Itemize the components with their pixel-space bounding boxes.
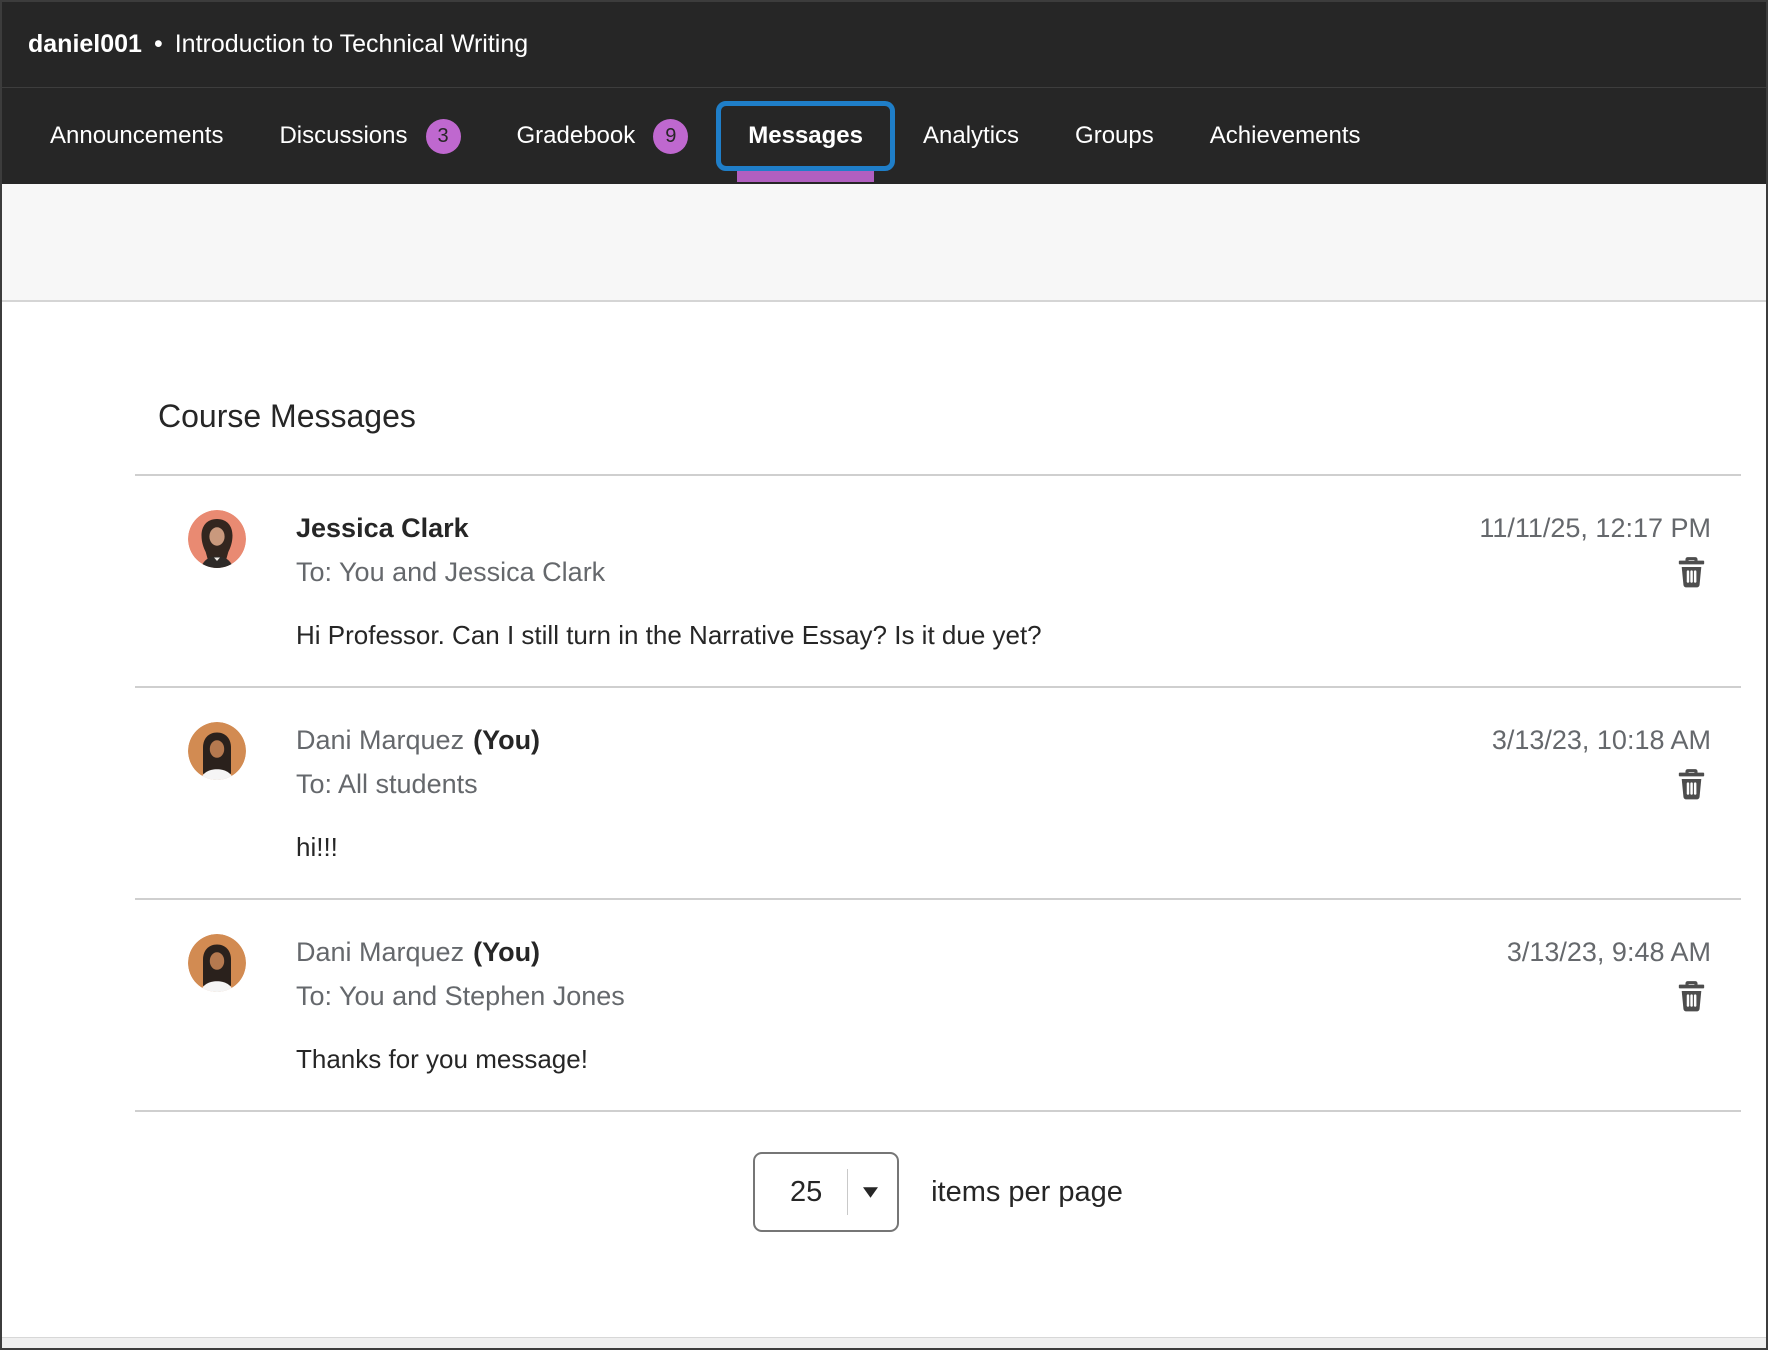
message-timestamp: 3/13/23, 9:48 AM <box>1507 930 1711 974</box>
discussions-count-badge: 3 <box>426 119 461 154</box>
page-title: Course Messages <box>158 394 1741 438</box>
delete-message-button[interactable] <box>1674 766 1709 802</box>
sender-suffix: (You) <box>473 725 540 755</box>
items-per-page-select[interactable]: 25 <box>753 1152 899 1232</box>
select-divider <box>847 1169 848 1215</box>
gradebook-count-badge: 9 <box>653 119 688 154</box>
message-row[interactable]: Dani Marquez (You) To: You and Stephen Jo… <box>135 900 1741 1112</box>
message-preview: hi!!! <box>296 826 1492 868</box>
tab-label: Gradebook <box>517 122 636 150</box>
sender-name: Dani Marquez <box>296 937 464 967</box>
toolbar-band <box>2 184 1766 302</box>
sender-line: Dani Marquez (You) <box>296 718 1492 762</box>
recipients: To: All students <box>296 762 1492 806</box>
sender-line: Dani Marquez (You) <box>296 930 1507 974</box>
trash-icon <box>1674 978 1709 1014</box>
items-per-page-label: items per page <box>931 1176 1123 1209</box>
message-meta: 11/11/25, 12:17 PM <box>1479 506 1711 590</box>
message-list: Jessica Clark To: You and Jessica Clark … <box>135 474 1741 1112</box>
items-per-page-value: 25 <box>773 1176 839 1209</box>
sender-line: Jessica Clark <box>296 506 1479 550</box>
avatar-photo <box>188 722 246 780</box>
message-row[interactable]: Dani Marquez (You) To: All students hi!!!… <box>135 688 1741 900</box>
tab-achievements[interactable]: Achievements <box>1182 88 1389 184</box>
message-body: Jessica Clark To: You and Jessica Clark … <box>296 506 1479 656</box>
avatar-photo <box>188 510 246 568</box>
sender-name: Jessica Clark <box>296 513 469 543</box>
message-timestamp: 3/13/23, 10:18 AM <box>1492 718 1711 762</box>
trash-icon <box>1674 554 1709 590</box>
sender-suffix: (You) <box>473 937 540 967</box>
tab-label: Groups <box>1075 122 1154 150</box>
message-body: Dani Marquez (You) To: All students hi!!! <box>296 718 1492 868</box>
course-window: daniel001 • Introduction to Technical Wr… <box>0 0 1768 1350</box>
tab-label: Analytics <box>923 122 1019 150</box>
tab-analytics[interactable]: Analytics <box>895 88 1047 184</box>
tab-label: Announcements <box>50 122 223 150</box>
avatar <box>188 722 246 780</box>
content-area: Course Messages <box>2 302 1766 1337</box>
tab-discussions[interactable]: Discussions 3 <box>251 88 488 184</box>
sender-name: Dani Marquez <box>296 725 464 755</box>
recipients: To: You and Jessica Clark <box>296 550 1479 594</box>
tab-groups[interactable]: Groups <box>1047 88 1182 184</box>
tab-label: Discussions <box>279 122 407 150</box>
delete-message-button[interactable] <box>1674 554 1709 590</box>
course-id: daniel001 <box>28 30 142 59</box>
recipients: To: You and Stephen Jones <box>296 974 1507 1018</box>
message-preview: Thanks for you message! <box>296 1038 1507 1080</box>
chevron-down-icon <box>862 1186 879 1199</box>
avatar-photo <box>188 934 246 992</box>
tab-announcements[interactable]: Announcements <box>22 88 251 184</box>
course-title: Introduction to Technical Writing <box>175 30 528 59</box>
course-nav: Announcements Discussions 3 Gradebook 9 … <box>2 88 1766 184</box>
avatar <box>188 510 246 568</box>
message-preview: Hi Professor. Can I still turn in the Na… <box>296 614 1479 656</box>
message-body: Dani Marquez (You) To: You and Stephen Jo… <box>296 930 1507 1080</box>
horizontal-scrollbar-track[interactable] <box>2 1337 1766 1348</box>
tab-messages[interactable]: Messages <box>716 101 895 171</box>
tab-label: Achievements <box>1210 122 1361 150</box>
pagination: 25 items per page <box>135 1152 1741 1232</box>
title-bar: daniel001 • Introduction to Technical Wr… <box>2 2 1766 88</box>
trash-icon <box>1674 766 1709 802</box>
message-row[interactable]: Jessica Clark To: You and Jessica Clark … <box>135 476 1741 688</box>
message-timestamp: 11/11/25, 12:17 PM <box>1479 506 1711 550</box>
avatar <box>188 934 246 992</box>
tab-label: Messages <box>748 122 863 150</box>
delete-message-button[interactable] <box>1674 978 1709 1014</box>
title-separator: • <box>154 30 163 59</box>
message-meta: 3/13/23, 9:48 AM <box>1507 930 1711 1014</box>
message-meta: 3/13/23, 10:18 AM <box>1492 718 1711 802</box>
tab-gradebook[interactable]: Gradebook 9 <box>489 88 717 184</box>
